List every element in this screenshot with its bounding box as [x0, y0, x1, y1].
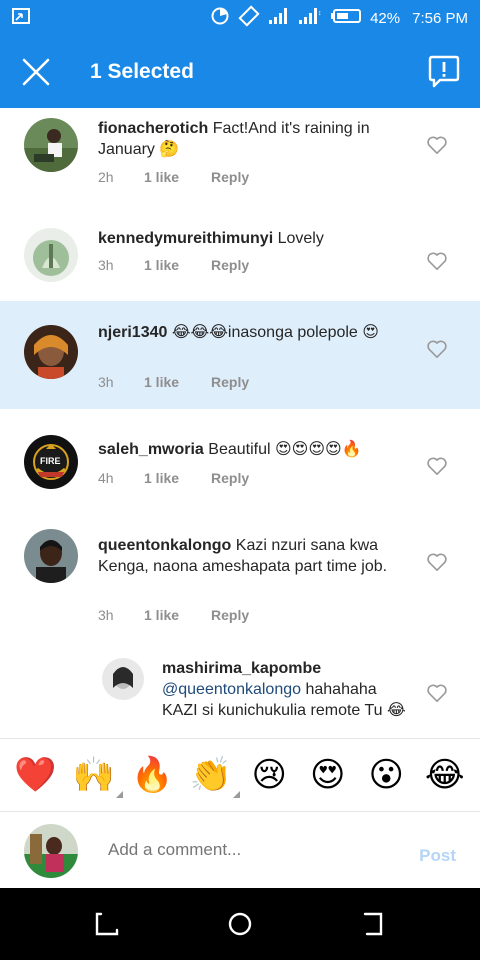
reaction-heart[interactable]: ❤️: [12, 758, 58, 792]
reply-button[interactable]: Reply: [211, 607, 249, 623]
close-icon: [22, 58, 50, 86]
screenshot-icon: [12, 8, 30, 28]
comment-username[interactable]: fionacherotich: [98, 120, 208, 137]
reply-button[interactable]: Reply: [211, 374, 249, 390]
reaction-crying[interactable]: 😢: [246, 758, 292, 792]
avatar[interactable]: [24, 118, 78, 172]
comment-username[interactable]: queentonkalongo: [98, 537, 231, 554]
comment-text: njeri1340 😂😂😂inasonga polepole 😍: [98, 322, 398, 343]
clock: 7:56 PM: [412, 9, 468, 27]
data-saver-icon: [210, 6, 230, 30]
system-nav-bar: [0, 888, 480, 960]
quick-reaction-bar: ❤️ 🙌 🔥 👏 😢 😍 😮 😂: [0, 738, 480, 812]
variant-indicator-icon: [115, 791, 123, 798]
reply-button[interactable]: Reply: [211, 169, 249, 185]
avatar[interactable]: FIRE: [24, 435, 78, 489]
comment-username[interactable]: njeri1340: [98, 324, 167, 341]
avatar[interactable]: [102, 658, 144, 700]
like-heart-icon[interactable]: [426, 683, 448, 703]
comment-username[interactable]: mashirima_kapombe: [162, 660, 321, 677]
reaction-surprised[interactable]: 😮: [363, 758, 409, 792]
like-heart-icon[interactable]: [426, 135, 448, 155]
comment-item-selected[interactable]: njeri1340 😂😂😂inasonga polepole 😍 3h 1 li…: [0, 301, 480, 409]
close-button[interactable]: [0, 36, 72, 108]
status-bar: ↕ 42% 7:56 PM: [0, 0, 480, 36]
reaction-heart-eyes[interactable]: 😍: [305, 758, 351, 792]
comment-age: 3h: [98, 607, 114, 623]
current-user-avatar: [24, 824, 78, 878]
mention-link[interactable]: @queentonkalongo: [162, 681, 301, 698]
comment-input[interactable]: [108, 840, 398, 860]
selection-title: 1 Selected: [90, 60, 194, 83]
comment-age: 4h: [98, 470, 114, 486]
like-heart-icon[interactable]: [426, 552, 448, 572]
comment-text: mashirima_kapombe @queentonkalongo hahah…: [162, 658, 412, 721]
comments-list[interactable]: fionacherotich Fact!And it's raining in …: [0, 108, 480, 738]
comment-text: queentonkalongo Kazi nzuri sana kwa Keng…: [98, 535, 408, 577]
rotate-icon: [238, 5, 260, 31]
reaction-raised-hands[interactable]: 🙌: [71, 756, 123, 798]
comment-age: 3h: [98, 374, 114, 390]
like-heart-icon[interactable]: [426, 339, 448, 359]
comment-message: Lovely: [277, 230, 324, 247]
comment-username[interactable]: saleh_mworia: [98, 441, 204, 458]
signal-icon: [268, 7, 290, 29]
comment-composer: Post: [0, 812, 480, 888]
comment-message: 😂😂😂inasonga polepole 😍: [171, 324, 379, 341]
comment-likes[interactable]: 1 like: [144, 374, 211, 390]
reaction-raised-hands-emoji: 🙌: [72, 756, 115, 794]
signal-2-icon: ↕: [298, 7, 322, 29]
avatar[interactable]: [24, 529, 78, 583]
comment-meta: 2h 1 like Reply: [98, 169, 249, 185]
comment-likes[interactable]: 1 like: [144, 169, 211, 185]
variant-indicator-icon: [232, 791, 240, 798]
recents-nav-icon[interactable]: [93, 910, 121, 938]
comment-meta: 3h 1 like Reply: [98, 257, 249, 273]
comment-item[interactable]: queentonkalongo Kazi nzuri sana kwa Keng…: [0, 509, 480, 629]
reply-button[interactable]: Reply: [211, 257, 249, 273]
comment-username[interactable]: kennedymureithimunyi: [98, 230, 273, 247]
comment-item[interactable]: FIRE saleh_mworia Beautiful 😍😍😍😍🔥 4h 1 l…: [0, 409, 480, 509]
report-button[interactable]: [426, 54, 462, 90]
reaction-clap[interactable]: 👏: [188, 756, 240, 798]
reaction-fire[interactable]: 🔥: [129, 758, 175, 792]
avatar[interactable]: [24, 228, 78, 282]
reaction-clap-emoji: 👏: [189, 756, 232, 794]
comment-message: Beautiful 😍😍😍😍🔥: [208, 441, 362, 458]
post-button[interactable]: Post: [419, 846, 456, 866]
comment-age: 3h: [98, 257, 114, 273]
report-icon: [428, 55, 460, 88]
comment-text: saleh_mworia Beautiful 😍😍😍😍🔥: [98, 439, 408, 460]
battery-percent: 42%: [370, 9, 401, 27]
comment-meta: 4h 1 like Reply: [98, 470, 249, 486]
battery-icon: [330, 8, 362, 28]
comment-text: fionacherotich Fact!And it's raining in …: [98, 118, 408, 160]
comment-likes[interactable]: 1 like: [144, 470, 211, 486]
avatar[interactable]: [24, 325, 78, 379]
comment-meta: 3h 1 like Reply: [98, 374, 249, 390]
home-nav-icon[interactable]: [226, 910, 254, 938]
back-nav-icon[interactable]: [359, 910, 387, 938]
comment-likes[interactable]: 1 like: [144, 607, 211, 623]
comment-age: 2h: [98, 169, 114, 185]
comment-item[interactable]: kennedymureithimunyi Lovely 3h 1 like Re…: [0, 214, 480, 302]
reply-button[interactable]: Reply: [211, 470, 249, 486]
like-heart-icon[interactable]: [426, 251, 448, 271]
reaction-laughing[interactable]: 😂: [422, 758, 468, 792]
comment-meta: 3h 1 like Reply: [98, 607, 249, 623]
comment-item[interactable]: fionacherotich Fact!And it's raining in …: [0, 108, 480, 196]
reply-item[interactable]: mashirima_kapombe @queentonkalongo hahah…: [0, 648, 480, 738]
avatar-badge-text: FIRE: [40, 456, 61, 466]
comment-likes[interactable]: 1 like: [144, 257, 211, 273]
selection-header: 1 Selected: [0, 36, 480, 108]
comment-text: kennedymureithimunyi Lovely: [98, 228, 408, 249]
svg-text:↕: ↕: [318, 10, 322, 17]
like-heart-icon[interactable]: [426, 456, 448, 476]
